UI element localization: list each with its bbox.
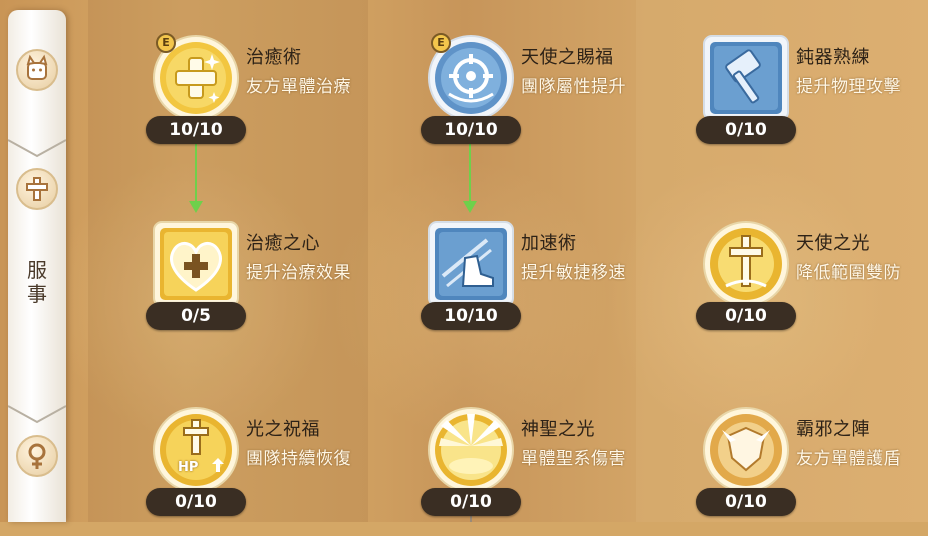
skill-node[interactable]: 0/10 霸邪之陣 友方單體護盾 <box>696 406 928 536</box>
skill-level: 0/10 <box>421 488 521 516</box>
skill-icon-frame: E <box>427 33 515 122</box>
heart-plus-icon <box>153 221 239 307</box>
skill-name: 治癒之心 <box>246 233 320 254</box>
skill-icon-frame <box>702 406 790 494</box>
winged-boot-icon <box>428 221 514 307</box>
skill-level: 10/10 <box>421 116 521 144</box>
skill-level: 0/10 <box>146 488 246 516</box>
skill-description: 友方單體治療 <box>246 77 351 97</box>
skill-level: 10/10 <box>146 116 246 144</box>
skill-description: 單體聖系傷害 <box>521 449 626 469</box>
skill-node[interactable]: 0/10 神聖之光 單體聖系傷害 <box>421 406 687 536</box>
mace-icon <box>703 35 789 121</box>
skill-name: 天使之光 <box>796 233 870 254</box>
skill-name: 霸邪之陣 <box>796 419 870 440</box>
skill-icon-frame <box>702 34 790 122</box>
holy-light-rays-icon <box>428 407 514 493</box>
skill-level: 10/10 <box>421 302 521 330</box>
skill-badge: E <box>431 33 451 53</box>
skill-description: 提升敏捷移速 <box>521 263 626 283</box>
sidebar-tab-priest[interactable] <box>16 435 58 477</box>
skill-description: 提升物理攻擊 <box>796 77 901 97</box>
class-sidebar: 服事 <box>8 10 66 522</box>
holy-cross-icon <box>703 221 789 307</box>
skill-level: 0/10 <box>696 302 796 330</box>
skill-icon-frame <box>427 220 515 308</box>
hp-regen-cross-icon <box>153 407 239 493</box>
skill-badge: E <box>156 33 176 53</box>
skill-description: 團隊持續恢復 <box>246 449 351 469</box>
skill-name: 光之祝福 <box>246 419 320 440</box>
skill-level: 0/10 <box>696 488 796 516</box>
skill-icon-frame: HP <box>152 406 240 494</box>
skill-node[interactable]: E 10/10 治癒術 友方單體治療 <box>146 33 412 164</box>
skill-level: 0/5 <box>146 302 246 330</box>
skill-name: 加速術 <box>521 233 577 254</box>
skill-description: 提升治療效果 <box>246 263 351 283</box>
skill-description: 友方單體護盾 <box>796 449 901 469</box>
hp-label: HP <box>178 460 199 475</box>
sidebar-tab-acolyte[interactable] <box>16 168 58 210</box>
skill-node[interactable]: 0/5 治癒之心 提升治療效果 <box>146 220 412 350</box>
skill-node[interactable]: E 10/10 天使之賜福 團隊屬性提升 <box>421 33 687 164</box>
sidebar-divider <box>8 139 66 158</box>
shield-burst-icon <box>703 407 789 493</box>
female-symbol-icon <box>28 443 46 469</box>
skill-name: 天使之賜福 <box>521 47 614 68</box>
sidebar-class-label: 服事 <box>8 258 66 306</box>
skill-description: 團隊屬性提升 <box>521 77 626 97</box>
skill-node[interactable]: 0/10 鈍器熟練 提升物理攻擊 <box>696 34 928 164</box>
cross-icon <box>26 177 48 201</box>
skill-node[interactable]: 0/10 天使之光 降低範圍雙防 <box>696 220 928 350</box>
skill-icon-frame: E <box>152 33 240 122</box>
skill-node[interactable]: 10/10 加速術 提升敏捷移速 <box>421 220 687 350</box>
skill-icon-frame <box>152 220 240 308</box>
skill-node[interactable]: HP 0/10 光之祝福 團隊持續恢復 <box>146 406 412 536</box>
skill-icon-frame <box>427 406 515 494</box>
sidebar-label-text: 服事 <box>27 258 47 306</box>
skill-name: 鈍器熟練 <box>796 47 870 68</box>
sidebar-tab-pet[interactable] <box>16 49 58 91</box>
skill-level: 0/10 <box>696 116 796 144</box>
skill-icon-frame <box>702 220 790 308</box>
skill-description: 降低範圍雙防 <box>796 263 901 283</box>
sidebar-divider <box>8 405 66 424</box>
cat-icon <box>26 54 48 80</box>
skill-name: 治癒術 <box>246 47 302 68</box>
skill-name: 神聖之光 <box>521 419 595 440</box>
